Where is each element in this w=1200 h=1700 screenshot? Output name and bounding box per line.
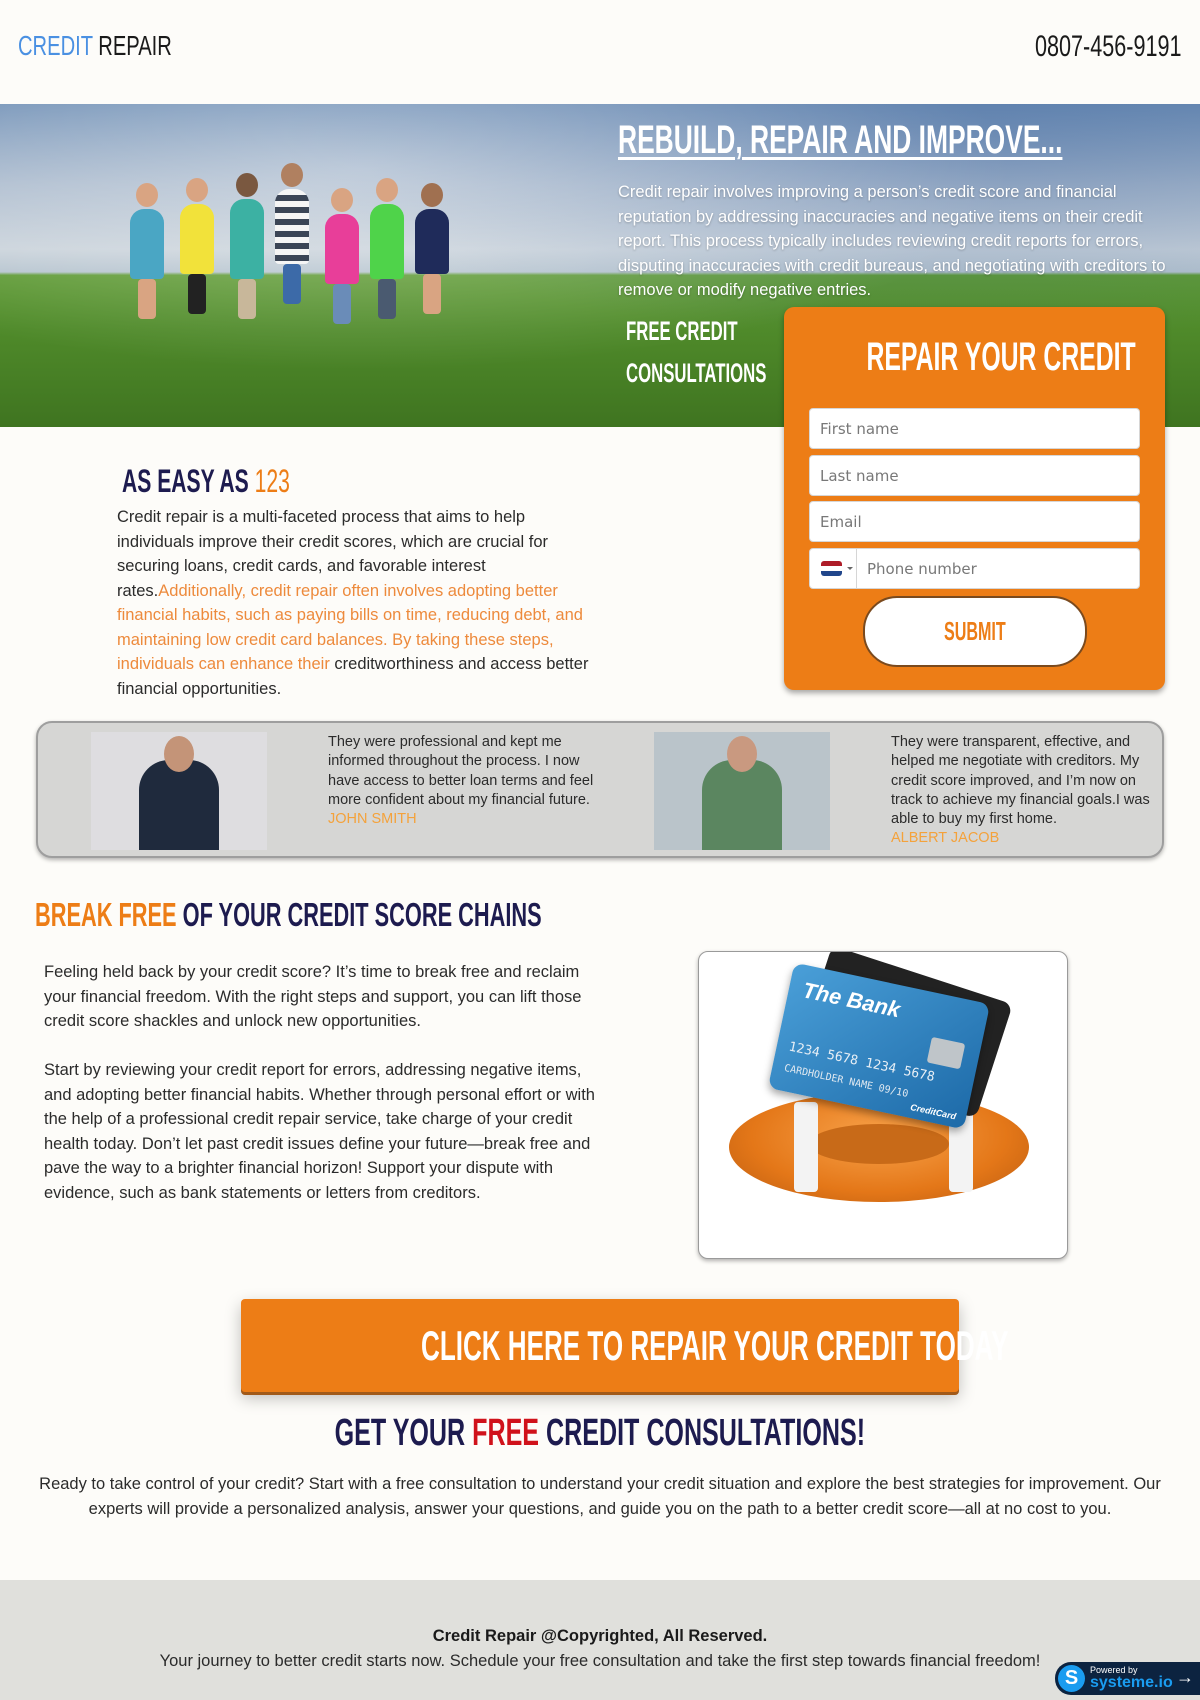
- footer-copyright: Credit Repair @Copyrighted, All Reserved…: [432, 1627, 768, 1645]
- hero-subtitle: FREE CREDIT CONSULTATIONS: [626, 310, 766, 394]
- break-free-paragraph: Feeling held back by your credit score? …: [44, 963, 582, 1030]
- consult-title-part1: GET YOUR: [334, 1412, 466, 1454]
- kid-figure: [325, 188, 359, 324]
- testimonial-author: ALBERT JACOB: [891, 830, 1000, 847]
- caret-down-icon: [847, 567, 853, 570]
- netherlands-flag-icon: [821, 561, 842, 576]
- hero-image-kids: [110, 149, 490, 349]
- testimonial-author: JOHN SMITH: [328, 811, 417, 828]
- easy-section-title: AS EASY AS 123: [122, 463, 290, 500]
- arrow-right-icon: →: [1176, 1667, 1194, 1687]
- lifebuoy-hole: [809, 1124, 949, 1164]
- logo[interactable]: CREDIT REPAIR: [18, 30, 172, 62]
- easy-title-text: AS EASY AS: [122, 463, 249, 499]
- consult-text: Ready to take control of your credit? St…: [39, 1475, 1161, 1518]
- testimonial-quote: They were professional and kept me infor…: [328, 734, 594, 808]
- break-free-title-rest: OF YOUR CREDIT SCORE CHAINS: [182, 896, 542, 933]
- kid-figure: [275, 163, 309, 304]
- phone-input[interactable]: [858, 549, 1138, 588]
- first-name-input[interactable]: [809, 408, 1140, 449]
- site-header: CREDIT REPAIR 0807-456-9191: [0, 0, 1200, 104]
- phone-field: [809, 548, 1140, 589]
- testimonial-photo: [91, 732, 267, 850]
- testimonial-quote: They were transparent, effective, and he…: [891, 734, 1150, 828]
- kid-figure: [180, 178, 214, 314]
- hero-subtitle-line2: CONSULTATIONS: [626, 358, 767, 388]
- hero-subtitle-line1: FREE CREDIT: [626, 316, 738, 346]
- hero-description: Credit repair involves improving a perso…: [618, 183, 1166, 299]
- cta-label: CLICK HERE TO REPAIR YOUR CREDIT TODAY: [421, 1321, 1009, 1369]
- submit-label: SUBMIT: [944, 616, 1006, 646]
- card-brand: CreditCard: [909, 1101, 958, 1122]
- person-figure: [702, 736, 782, 850]
- easy-section-text: Credit repair is a multi-faceted process…: [117, 505, 600, 701]
- break-free-paragraph: Start by reviewing your credit report fo…: [44, 1061, 595, 1202]
- credit-card-lifebuoy-image: The Bank 1234 5678 1234 5678 CARDHOLDER …: [698, 951, 1068, 1259]
- testimonials-panel: They were professional and kept me infor…: [36, 721, 1164, 858]
- person-figure: [139, 736, 219, 850]
- testimonial: They were professional and kept me infor…: [328, 733, 603, 829]
- consult-title-free: FREE: [472, 1412, 540, 1454]
- lifebuoy-strap: [794, 1102, 818, 1192]
- consult-title-part3: CREDIT CONSULTATIONS!: [546, 1412, 866, 1454]
- powered-by-badge[interactable]: S Powered by systeme.io →: [1055, 1662, 1200, 1695]
- repair-credit-cta-button[interactable]: CLICK HERE TO REPAIR YOUR CREDIT TODAY: [241, 1299, 1008, 1392]
- form-title: REPAIR YOUR CREDIT: [784, 335, 1165, 380]
- bank-name: The Bank: [800, 977, 903, 1023]
- site-footer: Credit Repair @Copyrighted, All Reserved…: [0, 1580, 1200, 1700]
- break-free-title: BREAK FREE OF YOUR CREDIT SCORE CHAINS: [35, 896, 542, 934]
- phone-number[interactable]: 0807-456-9191: [1035, 30, 1182, 64]
- card-expiry: 09/10: [877, 1082, 910, 1100]
- submit-button[interactable]: SUBMIT: [863, 596, 1087, 667]
- systeme-logo-icon: S: [1058, 1665, 1085, 1692]
- country-selector[interactable]: [810, 549, 857, 588]
- last-name-input[interactable]: [809, 455, 1140, 496]
- card-chip-icon: [926, 1036, 966, 1070]
- kid-figure: [370, 178, 404, 319]
- consult-title: GET YOUR FREE CREDIT CONSULTATIONS!: [0, 1412, 1200, 1455]
- signup-form: REPAIR YOUR CREDIT SUBMIT: [784, 307, 1165, 690]
- easy-title-number: 123: [254, 463, 290, 499]
- kid-figure: [130, 183, 164, 319]
- logo-credit: CREDIT: [18, 30, 93, 61]
- break-free-title-highlight: BREAK FREE: [35, 896, 177, 933]
- logo-repair: REPAIR: [98, 30, 172, 61]
- badge-brand: systeme.io: [1090, 1674, 1173, 1691]
- kid-figure: [415, 183, 449, 314]
- hero-title: REBUILD, REPAIR AND IMPROVE...: [618, 118, 1063, 162]
- break-free-text: Feeling held back by your credit score? …: [44, 960, 604, 1205]
- testimonial: They were transparent, effective, and he…: [891, 733, 1166, 849]
- kid-figure: [230, 173, 264, 319]
- form-title-text: REPAIR YOUR CREDIT: [866, 335, 1136, 379]
- footer-tagline: Your journey to better credit starts now…: [159, 1652, 1041, 1670]
- email-input[interactable]: [809, 501, 1140, 542]
- testimonial-photo: [654, 732, 830, 850]
